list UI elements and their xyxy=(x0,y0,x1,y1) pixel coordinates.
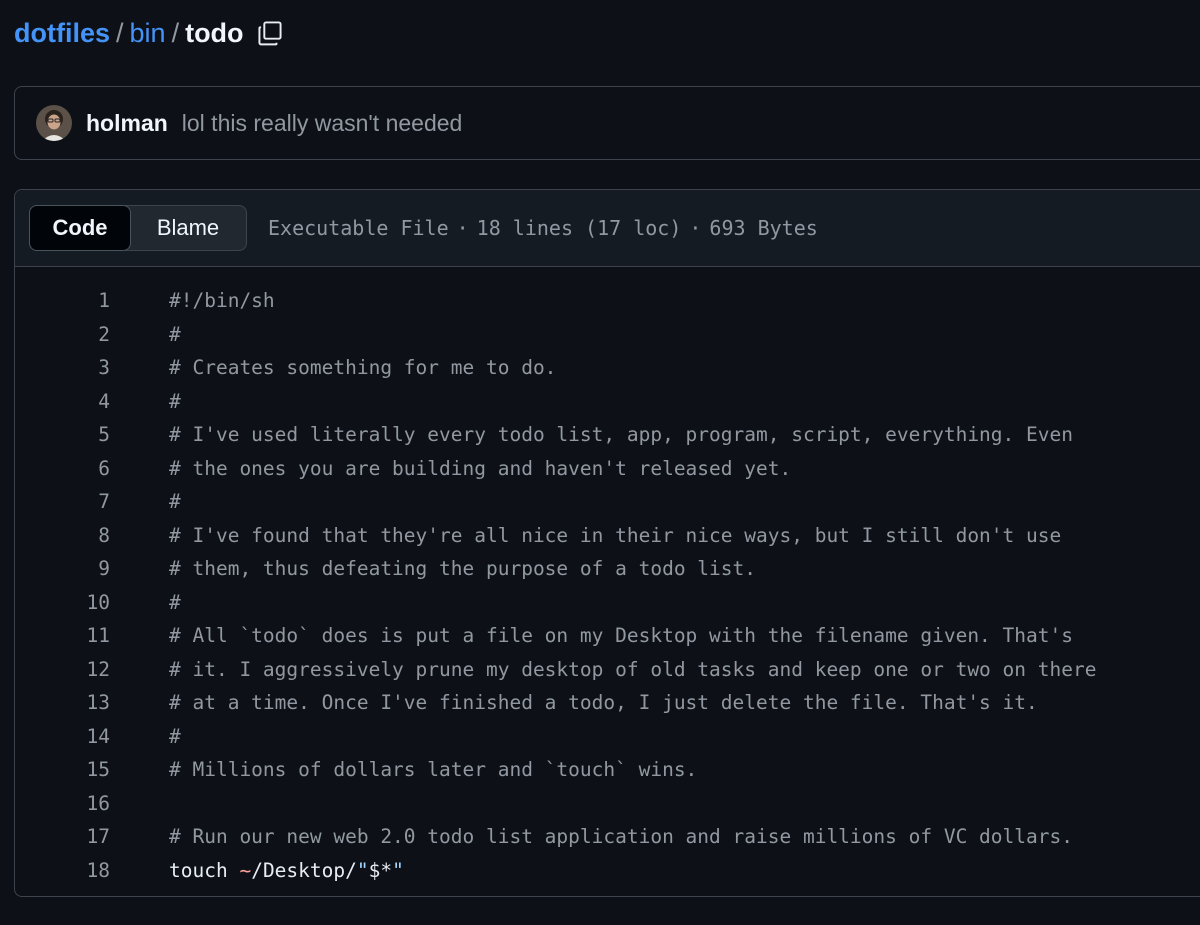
code-line: 7 # xyxy=(15,485,1200,519)
meta-separator: · xyxy=(689,216,702,240)
line-code: # Creates something for me to do. xyxy=(169,356,557,380)
line-number[interactable]: 3 xyxy=(15,356,110,379)
code-line: 8 # I've found that they're all nice in t… xyxy=(15,519,1200,553)
latest-commit-bar: holman lol this really wasn't needed xyxy=(14,86,1200,160)
line-code: # Run our new web 2.0 todo list applicat… xyxy=(169,825,1073,849)
line-code: # xyxy=(169,389,181,413)
code-line: 1 #!/bin/sh xyxy=(15,284,1200,318)
file-type: Executable File xyxy=(268,216,449,240)
breadcrumb-folder-link[interactable]: bin xyxy=(130,18,166,49)
line-code: # I've found that they're all nice in th… xyxy=(169,523,1062,547)
code-content[interactable]: 1 #!/bin/sh 2 #3 # Creates something for me … xyxy=(15,267,1200,887)
file-viewer: Code Blame Executable File · 18 lines (17 … xyxy=(14,189,1200,897)
line-code: # xyxy=(169,322,181,346)
code-line: 10 # xyxy=(15,586,1200,620)
code-token: $* xyxy=(368,858,393,882)
code-token: touch xyxy=(169,858,240,882)
code-token: /Desktop/ xyxy=(251,858,357,882)
file-info: Executable File · 18 lines (17 loc) · 693 By… xyxy=(268,216,818,240)
line-number[interactable]: 15 xyxy=(15,758,110,781)
breadcrumb-separator: / xyxy=(171,17,180,48)
line-code: # xyxy=(169,490,181,514)
tab-code[interactable]: Code xyxy=(29,205,131,251)
breadcrumb-repo-link[interactable]: dotfiles xyxy=(14,18,110,49)
line-number[interactable]: 11 xyxy=(15,624,110,647)
commit-author-link[interactable]: holman xyxy=(86,110,168,137)
line-number[interactable]: 14 xyxy=(15,725,110,748)
code-line: 2 # xyxy=(15,318,1200,352)
line-number[interactable]: 10 xyxy=(15,591,110,614)
code-line: 16 xyxy=(15,787,1200,821)
line-code: #!/bin/sh xyxy=(169,289,275,313)
line-number[interactable]: 2 xyxy=(15,323,110,346)
line-number[interactable]: 5 xyxy=(15,423,110,446)
code-line: 9 # them, thus defeating the purpose of a… xyxy=(15,552,1200,586)
code-line: 6 # the ones you are building and haven't… xyxy=(15,452,1200,486)
meta-separator: · xyxy=(456,216,469,240)
code-line: 17 # Run our new web 2.0 todo list applic… xyxy=(15,820,1200,854)
code-line: 12 # it. I aggressively prune my desktop … xyxy=(15,653,1200,687)
code-token: " xyxy=(392,858,404,882)
code-line: 5 # I've used literally every todo list, … xyxy=(15,418,1200,452)
code-line: 15 # Millions of dollars later and `touch… xyxy=(15,753,1200,787)
line-code: # Millions of dollars later and `touch` … xyxy=(169,758,698,782)
line-number[interactable]: 4 xyxy=(15,390,110,413)
line-code: # the ones you are building and haven't … xyxy=(169,456,792,480)
line-number[interactable]: 1 xyxy=(15,289,110,312)
line-code: # xyxy=(169,724,181,748)
line-code: touch ~/Desktop/"$*" xyxy=(169,859,404,882)
avatar[interactable] xyxy=(36,105,72,141)
tab-blame[interactable]: Blame xyxy=(130,206,246,250)
line-number[interactable]: 16 xyxy=(15,792,110,815)
line-code: # All `todo` does is put a file on my De… xyxy=(169,624,1073,648)
breadcrumb: dotfiles / bin / todo xyxy=(14,14,284,52)
code-line: 14 # xyxy=(15,720,1200,754)
code-line: 13 # at a time. Once I've finished a todo… xyxy=(15,686,1200,720)
file-lines-count: 18 lines (17 loc) xyxy=(476,216,682,240)
line-number[interactable]: 18 xyxy=(15,859,110,882)
code-line: 3 # Creates something for me to do. xyxy=(15,351,1200,385)
line-number[interactable]: 13 xyxy=(15,691,110,714)
breadcrumb-separator: / xyxy=(116,17,124,48)
line-code: # them, thus defeating the purpose of a … xyxy=(169,557,756,581)
line-number[interactable]: 12 xyxy=(15,658,110,681)
line-code: # I've used literally every todo list, a… xyxy=(169,423,1073,447)
breadcrumb-current-file: todo xyxy=(185,17,244,48)
code-line: 4 # xyxy=(15,385,1200,419)
line-code: # xyxy=(169,590,181,614)
line-number[interactable]: 9 xyxy=(15,557,110,580)
view-mode-toggle: Code Blame xyxy=(29,205,247,251)
line-code: # at a time. Once I've finished a todo, … xyxy=(169,691,1038,715)
line-number[interactable]: 8 xyxy=(15,524,110,547)
code-line: 11 # All `todo` does is put a file on my … xyxy=(15,619,1200,653)
file-header: Code Blame Executable File · 18 lines (17 … xyxy=(15,190,1200,267)
line-number[interactable]: 6 xyxy=(15,457,110,480)
line-code: # it. I aggressively prune my desktop of… xyxy=(169,657,1097,681)
commit-message-link[interactable]: lol this really wasn't needed xyxy=(182,110,463,137)
line-number[interactable]: 17 xyxy=(15,825,110,848)
code-token: ~ xyxy=(239,858,252,882)
file-size: 693 Bytes xyxy=(709,216,818,240)
code-line: 18 touch ~/Desktop/"$*" xyxy=(15,854,1200,888)
copy-path-button[interactable] xyxy=(256,19,284,47)
line-number[interactable]: 7 xyxy=(15,490,110,513)
code-token: " xyxy=(356,858,369,882)
copy-icon xyxy=(258,21,282,46)
